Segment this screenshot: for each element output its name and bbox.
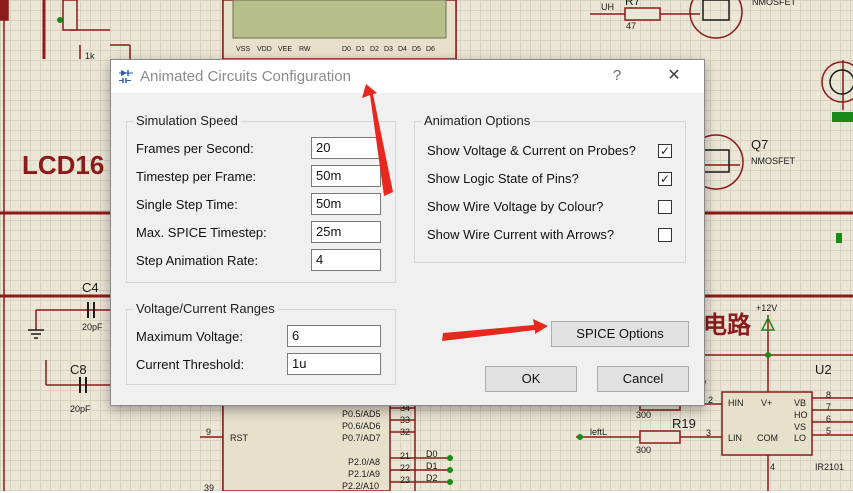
ic-pin-lo: LO <box>794 433 807 443</box>
ic-pin-num: 2 <box>708 395 714 405</box>
circuit-icon <box>119 70 133 83</box>
ic-pin-vs: VS <box>794 422 807 432</box>
show-wire-voltage-label: Show Wire Voltage by Colour? <box>427 199 604 214</box>
mcu-pin-num: 39 <box>204 483 215 493</box>
ic-pin-num: 8 <box>826 390 832 400</box>
lcd-pin-label: D3 <box>384 46 393 53</box>
show-wire-current-checkbox[interactable] <box>658 228 672 242</box>
plus12v-label: +12V <box>756 303 778 313</box>
close-button[interactable]: ✕ <box>663 66 685 86</box>
show-voltage-current-checkbox[interactable]: ✓ <box>658 144 672 158</box>
data-line-label: D2 <box>426 473 438 483</box>
animated-circuits-dialog: Animated Circuits Configuration ? ✕ Simu… <box>110 59 705 406</box>
mcu-pin-label: P0.7/AD7 <box>342 433 381 443</box>
data-line-label: D0 <box>426 449 438 459</box>
mcu-pin-num: 33 <box>400 415 411 425</box>
show-logic-state-label: Show Logic State of Pins? <box>427 171 579 186</box>
ic-pin-num: 6 <box>826 414 832 424</box>
ic-pin-vb: VB <box>794 398 807 408</box>
lcd-pin-label: RW <box>299 46 311 53</box>
dialog-title: Animated Circuits Configuration <box>140 68 351 85</box>
ic-pin-num: 4 <box>770 462 776 472</box>
ic-pin-num: 3 <box>706 428 712 438</box>
q7-label: Q7 <box>751 137 769 152</box>
c8-label: C8 <box>70 362 87 377</box>
lcd-pin-label: D0 <box>342 46 351 53</box>
timestep-per-frame-label: Timestep per Frame: <box>136 169 257 184</box>
mcu-pin-label: P2.2/A10 <box>342 481 380 491</box>
ic-name-label: IR2101 <box>815 462 845 472</box>
maximum-voltage-label: Maximum Voltage: <box>136 329 243 344</box>
lcd-pin-label: D4 <box>398 46 407 53</box>
r19-value: 300 <box>636 445 652 455</box>
c4-value: 20pF <box>82 322 103 332</box>
chinese-label: 电路 <box>703 311 751 339</box>
show-wire-current-label: Show Wire Current with Arrows? <box>427 227 615 242</box>
ic-pin-num: 5 <box>826 426 832 436</box>
r7-value: 47 <box>626 21 637 31</box>
ic-pin-vplus: V+ <box>761 398 773 408</box>
leftl-net-label: leftL <box>590 427 608 437</box>
r-mid-value: 300 <box>636 410 652 420</box>
lcd-pin-label: VDD <box>257 46 272 53</box>
spice-options-button[interactable]: SPICE Options <box>551 321 689 347</box>
lcd-pin-label: D6 <box>426 46 435 53</box>
lcd-pin-label: VEE <box>278 46 293 53</box>
lcd-label: LCD16 <box>22 150 105 180</box>
lcd-pin-label: D5 <box>412 46 421 53</box>
simulation-speed-title: Simulation Speed <box>133 113 241 128</box>
mcu-pin-label: P2.0/A8 <box>348 457 381 467</box>
voltage-current-ranges-title: Voltage/Current Ranges <box>133 301 278 316</box>
show-wire-voltage-checkbox[interactable] <box>658 200 672 214</box>
ok-button[interactable]: OK <box>485 366 577 392</box>
current-threshold-label: Current Threshold: <box>136 357 245 372</box>
step-animation-rate-input[interactable]: 4 <box>311 249 381 271</box>
mcu-pin-num: 9 <box>206 427 212 437</box>
mcu-pin-label: P0.6/AD6 <box>342 421 381 431</box>
frames-per-second-input[interactable]: 20 <box>311 137 381 159</box>
ic-pin-lin: LIN <box>728 433 743 443</box>
help-button[interactable]: ? <box>607 66 627 86</box>
ic-pin-com: COM <box>757 433 778 443</box>
mcu-pin-label: P0.5/AD5 <box>342 409 381 419</box>
mcu-pin-num: 22 <box>400 463 411 473</box>
mcu-pin-num: 32 <box>400 427 411 437</box>
ic-pin-hin: HIN <box>728 398 744 408</box>
timestep-per-frame-input[interactable]: 50m <box>311 165 381 187</box>
r7-label: R7 <box>625 0 641 8</box>
lcd-pin-label: VSS <box>236 46 251 53</box>
ic-pin-ho: HO <box>794 410 808 420</box>
c4-label: C4 <box>82 280 99 295</box>
cancel-button[interactable]: Cancel <box>597 366 689 392</box>
res-1k-label: 1k <box>85 51 95 61</box>
maximum-voltage-input[interactable]: 6 <box>287 325 381 347</box>
q-top-type-label: NMOSFET <box>752 0 796 7</box>
mcu-pin-num: 21 <box>400 451 411 461</box>
step-animation-rate-label: Step Animation Rate: <box>136 253 259 268</box>
c8-value: 20pF <box>70 404 91 414</box>
show-voltage-current-label: Show Voltage & Current on Probes? <box>427 143 636 158</box>
u2-label: U2 <box>815 362 832 377</box>
single-step-time-label: Single Step Time: <box>136 197 238 212</box>
ic-pin-num: 7 <box>826 402 832 412</box>
mcu-pin-num: 23 <box>400 475 411 485</box>
lcd-pin-label: D2 <box>370 46 379 53</box>
frames-per-second-label: Frames per Second: <box>136 141 254 156</box>
uh-label: UH <box>601 2 614 12</box>
animation-options-title: Animation Options <box>421 113 534 128</box>
data-line-label: D1 <box>426 461 438 471</box>
max-spice-timestep-input[interactable]: 25m <box>311 221 381 243</box>
dialog-titlebar[interactable]: Animated Circuits Configuration ? ✕ <box>111 60 704 93</box>
mcu-pin-label: RST <box>230 433 248 443</box>
current-threshold-input[interactable]: 1u <box>287 353 381 375</box>
show-logic-state-checkbox[interactable]: ✓ <box>658 172 672 186</box>
max-spice-timestep-label: Max. SPICE Timestep: <box>136 225 267 240</box>
mcu-pin-label: P2.1/A9 <box>348 469 381 479</box>
q7-type-label: NMOSFET <box>751 156 795 166</box>
single-step-time-input[interactable]: 50m <box>311 193 381 215</box>
r19-label: R19 <box>672 416 696 431</box>
lcd-pin-label: D1 <box>356 46 365 53</box>
